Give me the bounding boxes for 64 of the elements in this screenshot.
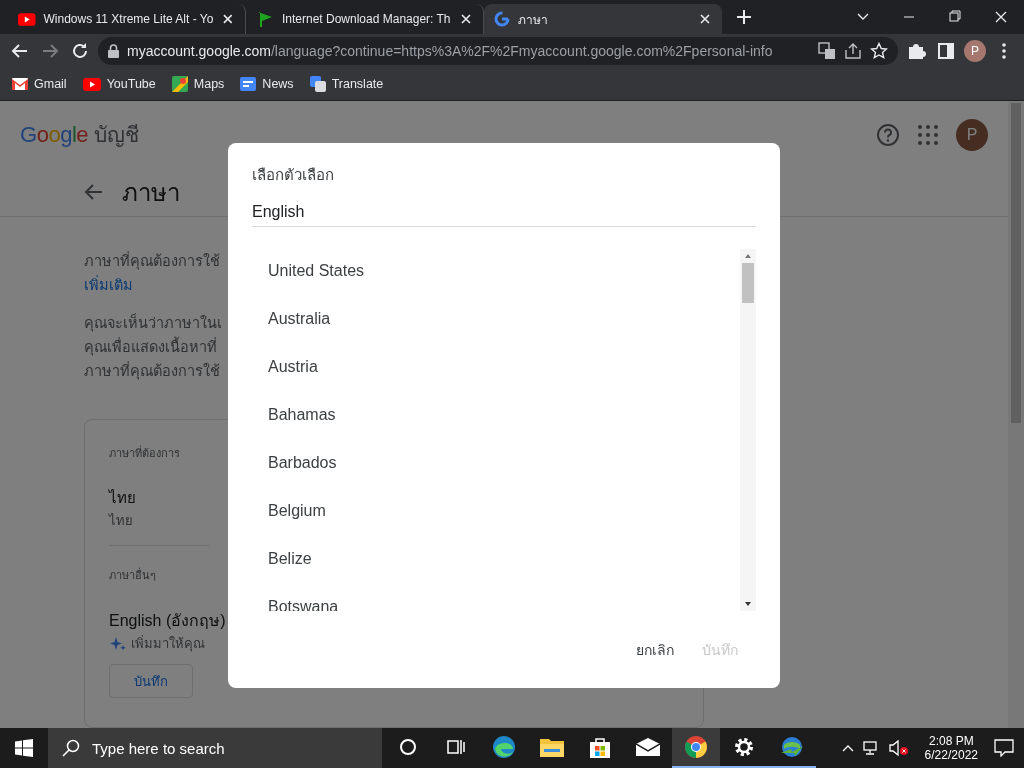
task-view-icon (447, 738, 465, 756)
apps-grid-icon[interactable] (918, 124, 938, 145)
flag-icon (256, 11, 274, 27)
video-play-icon (82, 77, 101, 91)
scrollbar-thumb[interactable] (742, 263, 754, 303)
page-title: ภาษา (122, 177, 180, 208)
cancel-button[interactable]: ยกเลิก (632, 633, 678, 667)
browser-tab[interactable]: ภาษา (484, 4, 722, 34)
edge-icon (492, 735, 516, 759)
search-icon (62, 739, 80, 757)
search-placeholder: Type here to search (92, 739, 225, 757)
star-icon[interactable] (870, 42, 888, 60)
country-option[interactable]: Australia (268, 307, 740, 331)
bookmark-link[interactable]: News (240, 77, 294, 91)
language-native-name: ไทย (109, 512, 133, 531)
map-icon (171, 76, 188, 92)
envelope-icon (636, 738, 660, 756)
bookmark-link[interactable]: Maps (171, 76, 225, 92)
language-name: English (อังกฤษ) (109, 611, 226, 632)
description-text: คุณจะเห็นว่าภาษาในเ (84, 312, 223, 334)
share-icon[interactable] (844, 42, 862, 60)
shopping-bag-icon (589, 736, 611, 758)
video-play-icon (18, 12, 36, 26)
close-icon[interactable] (459, 12, 473, 26)
lock-icon (108, 44, 119, 58)
clock[interactable]: 2:08 PM 6/22/2022 (916, 734, 986, 762)
country-option[interactable]: Austria (268, 355, 740, 379)
section-heading: ภาษาที่ต้องการ (109, 444, 180, 462)
product-name: บัญชี (94, 122, 139, 149)
taskbar-search-field[interactable]: Type here to search (48, 728, 382, 768)
description-text: ภาษาที่คุณต้องการใช้ (84, 360, 221, 382)
bookmark-link[interactable]: YouTube (82, 77, 156, 91)
bookmark-link[interactable]: Gmail (12, 77, 67, 91)
language-name: ไทย (109, 488, 136, 509)
search-field[interactable]: English (252, 199, 756, 227)
envelope-icon (12, 78, 28, 90)
help-icon[interactable] (876, 122, 900, 147)
folder-icon (540, 737, 564, 757)
muted-speaker-icon[interactable] (888, 740, 909, 756)
translate-icon (309, 76, 326, 92)
suggested-label: เพิ่มมาให้คุณ (131, 634, 205, 654)
country-option[interactable]: Belgium (268, 499, 740, 523)
newspaper-icon (240, 77, 257, 91)
intro-text: ภาษาที่คุณต้องการใช้ (84, 250, 221, 272)
g-logo-icon (494, 11, 510, 27)
country-option[interactable]: United States (268, 259, 740, 283)
country-option[interactable]: Barbados (268, 451, 740, 475)
country-option[interactable]: Bahamas (268, 403, 740, 427)
settings-icon (733, 736, 755, 758)
description-text: คุณเพื่อแสดงเนื้อหาที่ (84, 335, 224, 360)
circle-icon (399, 738, 417, 756)
chrome-icon (684, 735, 708, 759)
translate-icon[interactable] (818, 42, 836, 60)
address-bar[interactable]: myaccount.google.com/language?continue=https%3A%2F%2Fmyaccount.google.com%2Fpersonal-info (98, 37, 898, 65)
close-icon[interactable] (698, 12, 712, 26)
country-option[interactable]: Belize (268, 547, 740, 571)
windows-start-icon[interactable] (15, 739, 33, 757)
section-heading: ภาษาอื่นๆ (109, 566, 156, 584)
close-icon[interactable] (221, 12, 235, 26)
scrollbar-thumb[interactable] (1011, 103, 1021, 423)
profile-avatar[interactable]: P (964, 40, 986, 62)
notification-icon[interactable] (994, 739, 1014, 757)
bookmark-link[interactable]: Translate (309, 76, 384, 92)
dialog-title: เลือกตัวเลือก (252, 165, 335, 185)
